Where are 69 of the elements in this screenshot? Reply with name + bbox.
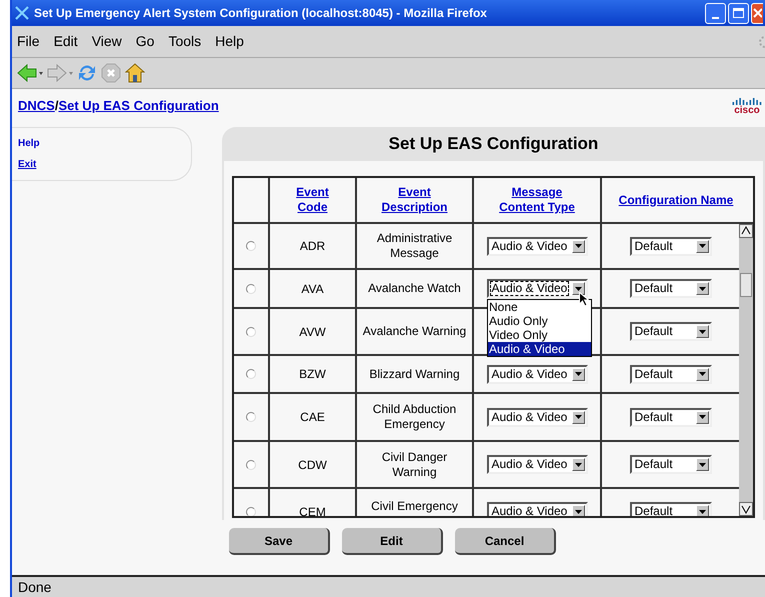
action-button[interactable]: Edit	[342, 528, 443, 555]
menu-item[interactable]: Tools	[168, 31, 202, 52]
sidebar-link[interactable]: Exit	[18, 159, 36, 170]
scrollbar-thumb[interactable]	[740, 273, 752, 297]
radio-button[interactable]	[246, 460, 256, 470]
table-cell-text: ADR	[300, 238, 326, 255]
menu-item[interactable]: View	[92, 31, 122, 52]
column-header-link[interactable]: Message Content Type	[474, 185, 600, 215]
menu-item[interactable]: Edit	[54, 31, 78, 52]
radio-button[interactable]	[246, 506, 256, 516]
menu-item[interactable]: Go	[136, 31, 154, 52]
table-cell-text: BZW	[299, 366, 326, 383]
dropdown-field[interactable]: Default	[630, 322, 712, 341]
dropdown-field[interactable]: Audio & Video	[486, 502, 588, 516]
action-button[interactable]: Cancel	[455, 528, 556, 555]
panel-title: Set Up EAS Configuration	[388, 133, 598, 156]
dropdown-option[interactable]: None	[488, 300, 591, 314]
dropdown-field[interactable]: Default	[630, 408, 712, 426]
dropdown-field[interactable]: Audio & Video	[486, 279, 588, 298]
minimize-button[interactable]	[705, 2, 726, 24]
dropdown-field[interactable]: Default	[630, 364, 712, 384]
dropdown-option[interactable]: Video Only	[488, 328, 591, 342]
vertical-scrollbar[interactable]	[739, 224, 753, 516]
table-cell: Avalanche Warning	[362, 324, 466, 339]
scroll-down-icon	[739, 502, 753, 516]
table-cell: Civil Emergency	[371, 499, 458, 514]
window-title: Set Up Emergency Alert System Configuration (localhost:8045) - Mozilla Firefox	[34, 5, 488, 22]
status-text: Done	[18, 578, 52, 596]
dropdown-field[interactable]: Audio & Video	[486, 455, 588, 474]
home-icon[interactable]	[125, 63, 145, 83]
dropdown-field[interactable]: Audio & Video	[486, 236, 588, 256]
firefox-logo-icon	[14, 5, 30, 21]
table-cell-text: AVA	[301, 280, 324, 298]
dropdown-field[interactable]: Audio & Video	[486, 408, 588, 426]
breadcrumb-separator: /	[54, 97, 58, 115]
radio-button[interactable]	[246, 241, 256, 251]
breadcrumb-link[interactable]: DNCS	[18, 96, 55, 116]
column-header-link[interactable]: Event Code	[270, 185, 355, 215]
close-button[interactable]	[751, 2, 763, 24]
table-cell-text: Civil Danger Warning	[380, 450, 448, 480]
breadcrumb-link[interactable]: Set Up EAS Configuration	[58, 96, 219, 116]
dropdown-field[interactable]: Default	[630, 236, 712, 256]
dropdown-field[interactable]: Audio & Video	[486, 364, 588, 384]
table-cell-text: CEM	[299, 504, 326, 516]
menu-item[interactable]: Help	[215, 31, 244, 52]
dropdown-option[interactable]: Audio Only	[488, 314, 591, 328]
table-cell: Avalanche Watch	[368, 281, 461, 296]
table-cell-text: CAE	[300, 409, 325, 426]
radio-button[interactable]	[246, 412, 256, 422]
dropdown-field[interactable]: Default	[630, 455, 712, 474]
radio-button[interactable]	[246, 284, 256, 294]
table-cell-text: CDW	[298, 456, 327, 474]
menu-item[interactable]: File	[17, 31, 40, 52]
table-cell-text: AVW	[299, 324, 326, 340]
table-cell-text: Administrative Message	[376, 231, 454, 261]
column-header-link[interactable]: Configuration Name	[604, 192, 748, 208]
action-button[interactable]: Save	[229, 528, 330, 555]
sidebar-link[interactable]: Help	[18, 138, 40, 149]
radio-button[interactable]	[246, 369, 256, 379]
dropdown-field[interactable]: Default	[630, 279, 712, 298]
back-arrow-icon[interactable]	[17, 64, 43, 82]
table-cell-text: Child Abduction Emergency	[372, 402, 458, 432]
dropdown-option[interactable]: Audio & Video	[488, 342, 591, 356]
table-cell: Blizzard Warning	[369, 366, 460, 382]
dropdown-field[interactable]: Default	[630, 502, 712, 516]
cisco-logo: cisco	[732, 96, 762, 116]
maximize-button[interactable]	[728, 2, 749, 24]
radio-button[interactable]	[246, 326, 256, 336]
column-header-link[interactable]: Event Description	[357, 185, 472, 215]
